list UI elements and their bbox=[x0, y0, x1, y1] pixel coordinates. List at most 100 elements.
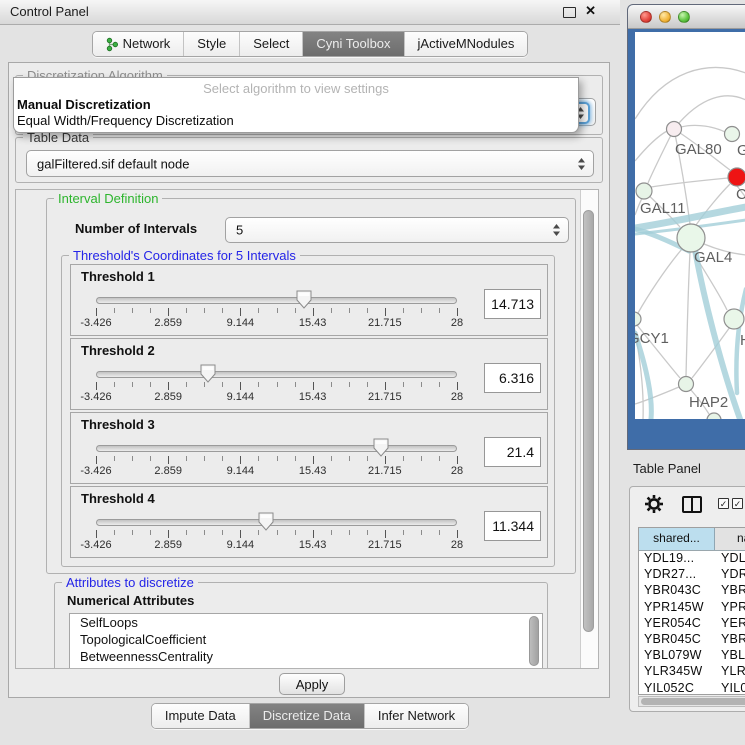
table-row[interactable]: YDL19...YDL1 bbox=[639, 551, 745, 567]
tab-jactivemnodules[interactable]: jActiveMNodules bbox=[404, 32, 528, 56]
dropdown-option-equal-width[interactable]: Equal Width/Frequency Discretization bbox=[14, 113, 578, 129]
table-row[interactable]: YER054CYER0 bbox=[639, 616, 745, 632]
table-row[interactable]: YBR043CYBR0 bbox=[639, 583, 745, 599]
scrollbar-thumb[interactable] bbox=[583, 210, 594, 632]
tab-network[interactable]: Network bbox=[93, 32, 184, 56]
attribute-list-item[interactable]: BetweennessCentrality bbox=[70, 648, 542, 665]
split-column-icon[interactable] bbox=[682, 496, 702, 513]
tick-mark bbox=[277, 382, 278, 387]
threshold-panel: Threshold 3 21.4 -3.4262.8599.14415.4321… bbox=[70, 412, 548, 484]
tick-mark bbox=[222, 456, 223, 461]
slider-thumb[interactable] bbox=[200, 364, 216, 383]
network-node-hap2[interactable] bbox=[679, 377, 694, 392]
network-edge[interactable] bbox=[635, 387, 679, 404]
minimize-traffic-light-icon[interactable] bbox=[659, 11, 671, 23]
tab-cyni-toolbox[interactable]: Cyni Toolbox bbox=[302, 32, 403, 56]
checkbox-icon[interactable]: ✓ bbox=[732, 498, 743, 509]
network-node-c[interactable] bbox=[728, 168, 745, 186]
slider-track[interactable] bbox=[96, 371, 457, 378]
table-row[interactable]: YPR145WYPR1 bbox=[639, 600, 745, 616]
table-row[interactable]: YDR27...YDR2 bbox=[639, 567, 745, 583]
network-canvas[interactable]: GAL80GACGAL11GAL4GCY1HHAP2 bbox=[635, 32, 745, 419]
network-edge-highlighted[interactable] bbox=[694, 244, 740, 419]
settings-scrollbar[interactable] bbox=[580, 190, 598, 668]
slider-thumb[interactable] bbox=[296, 290, 312, 309]
tab-label: jActiveMNodules bbox=[418, 32, 515, 56]
numerical-attributes-list[interactable]: SelfLoopsTopologicalCoefficientBetweenne… bbox=[69, 613, 543, 669]
table-row[interactable]: YBR045CYBR0 bbox=[639, 632, 745, 648]
attribute-list-item[interactable]: TopologicalCoefficient bbox=[70, 631, 542, 648]
slider-ticks bbox=[96, 456, 457, 465]
slider-thumb[interactable] bbox=[258, 512, 274, 531]
cell-name: YLR3 bbox=[715, 664, 745, 680]
tick-mark bbox=[96, 530, 97, 538]
threshold-value-field[interactable]: 21.4 bbox=[484, 437, 541, 467]
table-panel-toolbar: ✓ ✓ bbox=[630, 493, 745, 521]
network-node-gal4[interactable] bbox=[677, 224, 705, 252]
dropdown-option-manual[interactable]: Manual Discretization bbox=[14, 97, 578, 113]
slider-track[interactable] bbox=[96, 297, 457, 304]
attributes-group-title: Attributes to discretize bbox=[62, 575, 198, 590]
network-window-titlebar[interactable] bbox=[628, 5, 745, 29]
tick-label: 9.144 bbox=[218, 391, 262, 403]
network-edge[interactable] bbox=[638, 249, 682, 313]
checkbox-icon[interactable]: ✓ bbox=[718, 498, 729, 509]
threshold-value-field[interactable]: 6.316 bbox=[484, 363, 541, 393]
tick-mark bbox=[186, 308, 187, 313]
network-edge[interactable] bbox=[674, 96, 745, 129]
float-window-icon[interactable] bbox=[563, 7, 576, 18]
threshold-value-field[interactable]: 11.344 bbox=[484, 511, 541, 541]
tick-mark bbox=[240, 382, 241, 390]
attribute-list-item[interactable]: SelfLoops bbox=[70, 614, 542, 631]
slider-track[interactable] bbox=[96, 519, 457, 526]
tick-mark bbox=[439, 382, 440, 387]
threshold-label: Threshold 3 bbox=[81, 417, 155, 432]
table-horizontal-scrollbar[interactable] bbox=[638, 696, 745, 707]
tick-mark bbox=[331, 456, 332, 461]
table-row[interactable]: YBL079WYBL0 bbox=[639, 648, 745, 664]
network-node-ga[interactable] bbox=[725, 127, 740, 142]
tick-label: 2.859 bbox=[146, 465, 190, 477]
tick-label: 28 bbox=[435, 391, 479, 403]
tick-mark bbox=[114, 530, 115, 535]
tab-discretize-data[interactable]: Discretize Data bbox=[249, 704, 364, 728]
network-edge[interactable] bbox=[648, 129, 674, 183]
network-node-gcy1[interactable] bbox=[635, 312, 641, 326]
network-node-gal80[interactable] bbox=[667, 122, 682, 137]
scrollbar-thumb[interactable] bbox=[529, 616, 539, 666]
tab-select[interactable]: Select bbox=[239, 32, 302, 56]
interval-group-title: Interval Definition bbox=[54, 191, 162, 206]
cell-shared-name: YBR043C bbox=[639, 583, 715, 599]
tick-label: 9.144 bbox=[218, 539, 262, 551]
slider-ticks bbox=[96, 308, 457, 317]
gear-icon[interactable] bbox=[644, 494, 664, 514]
tab-style[interactable]: Style bbox=[183, 32, 239, 56]
tick-mark bbox=[385, 308, 386, 316]
attributes-list-scrollbar[interactable] bbox=[529, 616, 540, 669]
network-edge[interactable] bbox=[681, 125, 725, 132]
table-row[interactable]: YLR345WYLR3 bbox=[639, 664, 745, 680]
network-edge[interactable] bbox=[651, 178, 728, 187]
close-icon[interactable]: ✕ bbox=[585, 3, 596, 19]
apply-button[interactable]: Apply bbox=[279, 673, 345, 695]
network-node-h[interactable] bbox=[724, 309, 744, 329]
network-edge[interactable] bbox=[686, 252, 690, 376]
tab-infer-network[interactable]: Infer Network bbox=[364, 704, 468, 728]
column-header-shared-name[interactable]: shared... bbox=[639, 528, 715, 550]
slider-track[interactable] bbox=[96, 445, 457, 452]
table-row[interactable]: YIL052CYIL0 bbox=[639, 681, 745, 696]
zoom-traffic-light-icon[interactable] bbox=[678, 11, 690, 23]
num-intervals-spinner[interactable]: 5 bbox=[225, 217, 569, 243]
close-traffic-light-icon[interactable] bbox=[640, 11, 652, 23]
table-data-combobox[interactable]: galFiltered.sif default node bbox=[26, 150, 594, 177]
network-edge[interactable] bbox=[635, 131, 667, 161]
threshold-value-field[interactable]: 14.713 bbox=[484, 289, 541, 319]
tick-mark bbox=[403, 530, 404, 535]
tab-impute-data[interactable]: Impute Data bbox=[152, 704, 249, 728]
slider-thumb[interactable] bbox=[373, 438, 389, 457]
column-header-name[interactable]: na bbox=[715, 528, 745, 550]
tick-label: -3.426 bbox=[74, 391, 118, 403]
cell-name: YDL1 bbox=[715, 551, 745, 567]
network-node-gal11[interactable] bbox=[636, 183, 652, 199]
scrollbar-thumb[interactable] bbox=[641, 698, 745, 705]
